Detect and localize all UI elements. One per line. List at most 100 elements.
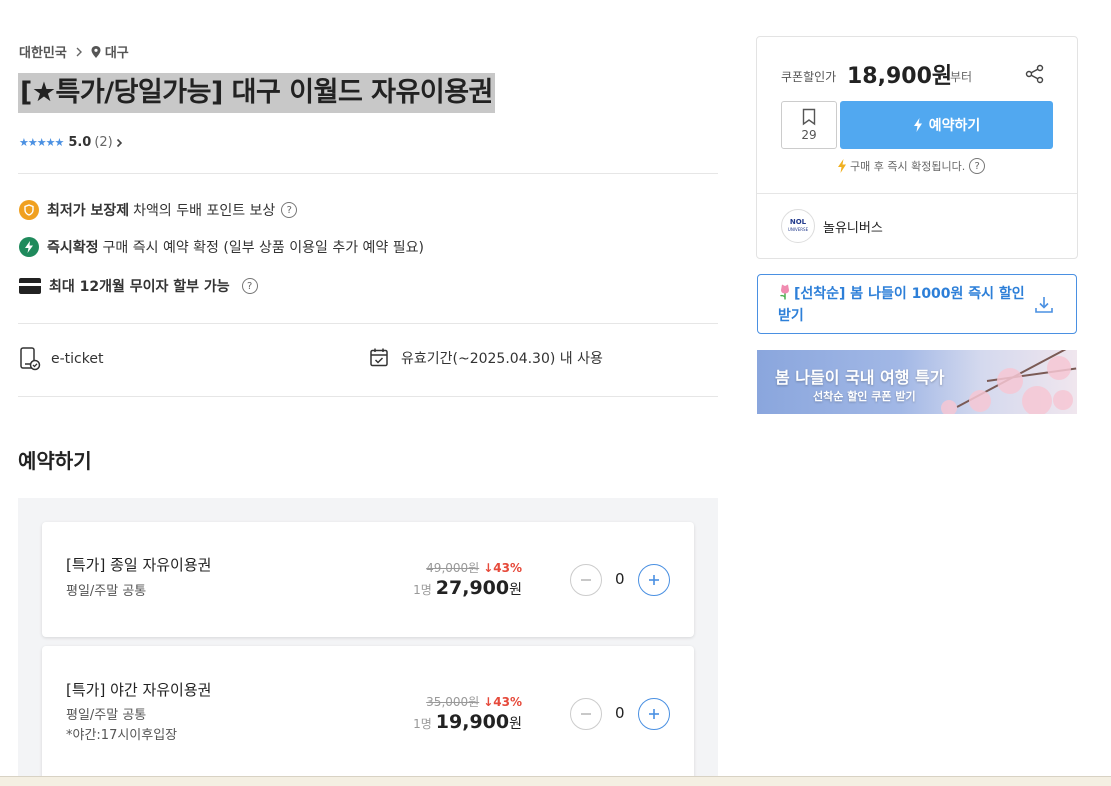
option-name: [특가] 야간 자유이용권: [66, 681, 212, 699]
discount-rate: ↓43%: [483, 694, 522, 709]
arrow-down-icon: ↓: [483, 694, 494, 709]
mobile-ticket-icon: [20, 347, 41, 371]
minus-icon: [581, 713, 591, 715]
option-subtitle: 평일/주말 공통: [66, 584, 147, 599]
price-row: 1명 19,900 원: [413, 711, 522, 733]
help-icon[interactable]: ?: [241, 278, 258, 294]
divider: [18, 173, 718, 174]
tulip-icon: [780, 284, 789, 300]
credit-card-icon: [19, 278, 41, 294]
sale-price: 27,900: [435, 577, 510, 599]
option-card[interactable]: [특가] 야간 자유이용권 평일/주말 공통 *야간:17시이후입장 35,00…: [42, 646, 694, 786]
blossom-decoration: [997, 368, 1023, 394]
promo-headline: 봄 나들이 국내 여행 특가: [775, 368, 945, 387]
price-original-row: 35,000원 ↓43%: [426, 693, 522, 710]
quantity-value: 0: [615, 704, 625, 722]
lightning-icon: [913, 118, 922, 132]
discount-rate: ↓43%: [483, 560, 522, 575]
decrease-quantity-button[interactable]: [570, 564, 602, 596]
breadcrumb: 대한민국 대구: [19, 42, 129, 61]
ticket-type-label: e-ticket: [51, 351, 104, 367]
feature-text: 구매 즉시 예약 확정 (일부 상품 이용일 추가 예약 필요): [102, 240, 424, 256]
original-price: 49,000원: [426, 561, 480, 575]
option-card[interactable]: [특가] 종일 자유이용권 평일/주말 공통 49,000원 ↓43% 1명 2…: [42, 522, 694, 637]
price-original-row: 49,000원 ↓43%: [426, 559, 522, 576]
bookmark-icon: [802, 108, 816, 126]
option-note: *야간:17시이후입장: [66, 728, 178, 743]
promo-subline: 선착순 할인 쿠폰 받기: [813, 390, 916, 403]
seller-logo[interactable]: NOL UNIVERSE: [781, 209, 815, 243]
help-icon[interactable]: ?: [281, 202, 298, 218]
divider: [18, 396, 718, 397]
coupon-price-label: 쿠폰할인가: [781, 70, 837, 84]
rating-score: 5.0: [68, 135, 92, 150]
feature-instant-confirm: 즉시확정 구매 즉시 예약 확정 (일부 상품 이용일 추가 예약 필요): [19, 237, 424, 257]
chevron-right-icon: [116, 138, 123, 148]
blossom-decoration: [941, 400, 957, 414]
increase-quantity-button[interactable]: [638, 698, 670, 730]
increase-quantity-button[interactable]: [638, 564, 670, 596]
divider: [757, 193, 1077, 194]
booking-section-title: 예약하기: [18, 449, 92, 473]
divider: [18, 323, 718, 324]
quantity-value: 0: [615, 570, 625, 588]
chevron-right-icon: [75, 47, 83, 57]
option-list: [특가] 종일 자유이용권 평일/주말 공통 49,000원 ↓43% 1명 2…: [18, 498, 718, 786]
review-count: (2): [94, 135, 113, 150]
feature-title: 최저가 보장제: [47, 203, 130, 219]
per-person: 1명: [413, 717, 432, 731]
confirm-note-text: 구매 후 즉시 확정됩니다.: [850, 160, 966, 173]
download-icon[interactable]: [1034, 295, 1054, 319]
option-subtitle: 평일/주말 공통: [66, 708, 147, 723]
feature-title: 최대 12개월 무이자 할부 가능: [49, 279, 230, 295]
plus-icon: [649, 575, 659, 585]
arrow-down-icon: ↓: [483, 560, 494, 575]
feature-text: 차액의 두배 포인트 보상: [133, 203, 276, 219]
blossom-decoration: [1047, 356, 1071, 380]
location-pin-icon: [91, 45, 101, 58]
validity-label: 유효기간(~2025.04.30) 내 사용: [401, 351, 603, 367]
lightning-icon: [838, 159, 846, 173]
lightning-icon: [19, 237, 39, 257]
coupon-download-banner[interactable]: [선착순] 봄 나들이 1000원 즉시 할인 받기: [757, 274, 1077, 334]
blossom-decoration: [1053, 390, 1073, 410]
breadcrumb-city[interactable]: 대구: [105, 42, 129, 61]
shield-icon: [19, 200, 39, 220]
breadcrumb-country[interactable]: 대한민국: [19, 42, 67, 61]
coupon-price: 18,900원: [847, 64, 953, 89]
wishlist-count: 29: [801, 128, 817, 142]
star-rating-icon: ★★★★★: [19, 136, 64, 149]
coupon-banner-text: [선착순] 봄 나들이 1000원 즉시 할인 받기: [778, 284, 1025, 324]
feature-installment: 최대 12개월 무이자 할부 가능 ?: [19, 276, 258, 296]
seller-logo-text: NOL: [789, 218, 807, 226]
feature-title: 즉시확정: [47, 240, 99, 256]
page-title: [★특가/당일가능] 대구 이월드 자유이용권: [18, 73, 495, 113]
currency: 원: [509, 716, 522, 732]
blossom-decoration: [969, 390, 991, 412]
validity-period: 유효기간(~2025.04.30) 내 사용: [369, 347, 603, 369]
currency: 원: [509, 582, 522, 598]
book-button[interactable]: 예약하기: [840, 101, 1053, 149]
seller-logo-subtext: UNIVERSE: [787, 227, 809, 232]
help-icon[interactable]: ?: [969, 158, 986, 174]
option-name: [특가] 종일 자유이용권: [66, 556, 212, 574]
ticket-type: e-ticket: [19, 347, 103, 371]
price-row: 1명 27,900 원: [413, 577, 522, 599]
feature-lowest-price: 최저가 보장제 차액의 두배 포인트 보상 ?: [19, 200, 298, 220]
wishlist-button[interactable]: 29: [781, 101, 837, 149]
per-person: 1명: [413, 583, 432, 597]
confirm-note: 구매 후 즉시 확정됩니다. ?: [837, 158, 986, 174]
rating-summary[interactable]: ★★★★★ 5.0 (2): [19, 135, 123, 150]
browser-bottom-bar: [0, 776, 1111, 786]
decrease-quantity-button[interactable]: [570, 698, 602, 730]
booking-sidebar: 쿠폰할인가 18,900원 부터 29 예약하기 구매 후 즉시 확정됩니다. …: [756, 36, 1078, 259]
seller-name[interactable]: 놀유니버스: [823, 217, 883, 236]
sale-price: 19,900: [435, 711, 510, 733]
plus-icon: [649, 709, 659, 719]
promo-banner[interactable]: 봄 나들이 국내 여행 특가 선착순 할인 쿠폰 받기: [757, 350, 1077, 414]
coupon-price-suffix: 부터: [950, 70, 973, 84]
calendar-icon: [370, 348, 388, 367]
book-button-label: 예약하기: [928, 118, 981, 134]
original-price: 35,000원: [426, 695, 480, 709]
share-icon[interactable]: [1025, 64, 1045, 88]
